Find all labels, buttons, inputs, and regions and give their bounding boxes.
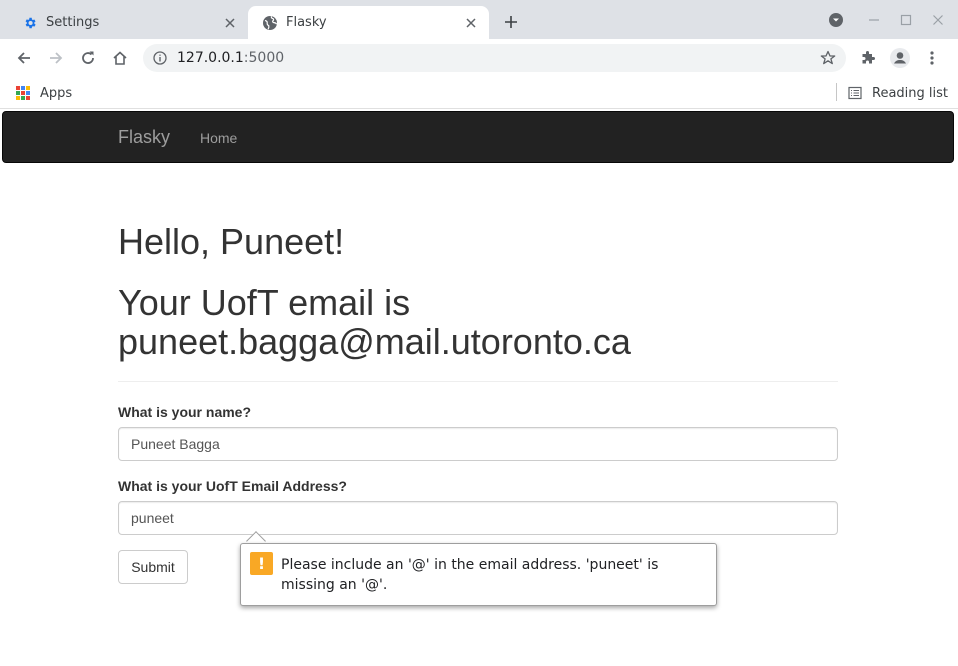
url-port: :5000: [243, 50, 285, 66]
reload-icon[interactable]: [76, 46, 100, 70]
gear-icon: [22, 15, 38, 31]
close-icon[interactable]: [463, 15, 479, 31]
page-viewport: Flasky Home Hello, Puneet! Your UofT ema…: [0, 110, 958, 666]
warning-icon: !: [250, 552, 273, 575]
browser-toolbar: 127.0.0.1:5000: [0, 39, 958, 77]
email-heading: Your UofT email is puneet.bagga@mail.uto…: [118, 282, 631, 362]
tab-flasky[interactable]: Flasky: [248, 6, 489, 39]
address-bar[interactable]: 127.0.0.1:5000: [143, 44, 846, 72]
bookmark-star-icon[interactable]: [819, 49, 837, 67]
bookmarks-divider: [836, 83, 837, 101]
globe-icon: [262, 15, 278, 31]
menu-kebab-icon[interactable]: [920, 46, 944, 70]
divider: [118, 381, 838, 382]
tab-title: Settings: [46, 15, 100, 30]
back-arrow-icon[interactable]: [12, 46, 36, 70]
name-label: What is your name?: [118, 404, 252, 420]
name-input[interactable]: [118, 427, 838, 461]
tab-settings[interactable]: Settings: [8, 6, 248, 39]
navbar: Flasky Home: [2, 111, 954, 163]
apps-shortcut[interactable]: Apps: [16, 83, 72, 103]
reading-list-icon: [847, 85, 863, 101]
url-host: 127.0.0.1: [177, 50, 244, 66]
submit-button[interactable]: Submit: [118, 550, 188, 584]
close-icon[interactable]: [222, 15, 238, 31]
validation-message: Please include an '@' in the email addre…: [281, 557, 659, 593]
minimize-icon[interactable]: [864, 10, 884, 30]
apps-grid-icon: [16, 86, 30, 100]
extensions-puzzle-icon[interactable]: [856, 46, 880, 70]
email-label: What is your UofT Email Address?: [118, 478, 347, 494]
tab-search-icon[interactable]: [826, 10, 846, 30]
tab-strip: Settings Flasky: [0, 0, 958, 39]
url-text: 127.0.0.1:5000: [177, 50, 284, 66]
validation-tooltip: ! Please include an '@' in the email add…: [240, 543, 717, 606]
bookmarks-bar: Apps Reading list: [0, 77, 958, 109]
greeting-heading: Hello, Puneet!: [118, 221, 345, 262]
new-tab-button[interactable]: [500, 11, 522, 33]
reading-list-button[interactable]: Reading list: [847, 83, 948, 103]
nav-link-home[interactable]: Home: [200, 130, 237, 146]
profile-avatar-icon[interactable]: [888, 46, 912, 70]
maximize-icon[interactable]: [896, 10, 916, 30]
info-icon[interactable]: [152, 50, 168, 66]
close-window-icon[interactable]: [928, 10, 948, 30]
apps-label: Apps: [40, 85, 73, 101]
email-input[interactable]: [118, 501, 838, 535]
tab-title: Flasky: [286, 15, 327, 30]
reading-list-label: Reading list: [872, 85, 948, 101]
home-icon[interactable]: [108, 46, 132, 70]
forward-arrow-icon[interactable]: [44, 46, 68, 70]
navbar-brand[interactable]: Flasky: [118, 127, 170, 148]
